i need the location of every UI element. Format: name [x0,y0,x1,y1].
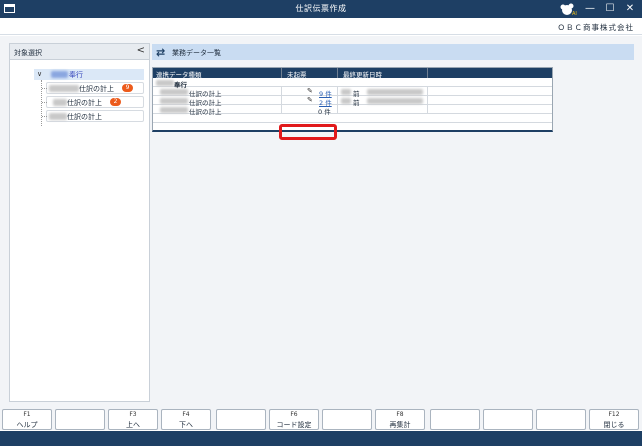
f1-help-button[interactable]: F1 ヘルプ [2,409,52,430]
company-name: ＯＢＣ商事株式会社 [557,23,634,32]
window-title: 仕訳伝票作成 [295,4,347,13]
tree-item-label: 仕訳の計上 [79,85,114,93]
table-row[interactable]: 仕訳の計上 ✎ 2 件 前 [153,96,552,107]
f6-code-settings-button[interactable]: F6 コード設定 [269,409,319,430]
f10-button[interactable] [483,409,533,430]
redacted-text [51,71,68,78]
minimize-button[interactable]: — [580,0,600,18]
tree-item[interactable]: 仕訳の計上 2 [42,96,144,108]
title-bar: 仕訳伝票作成 AI — ☐ ✕ [0,0,642,18]
highlight-annotation [279,124,337,140]
f7-button[interactable] [322,409,372,430]
tree-connector [41,80,42,126]
status-bar [0,431,642,446]
obc-bugyo-logo-icon: AI [560,3,577,16]
target-selection-panel: 対象選択 < ∨ 奉行 仕訳の計上 9 仕訳の計上 2 仕訳の計上 [9,43,150,402]
document-edit-icon: ✎ [307,96,313,104]
f2-button[interactable] [55,409,105,430]
maximize-button[interactable]: ☐ [600,0,620,18]
table-row[interactable]: 仕訳の計上 0 件 [153,105,552,116]
close-button[interactable]: ✕ [620,0,640,18]
chevron-down-icon[interactable]: ∨ [37,70,42,78]
tree-root-node[interactable]: ∨ 奉行 [34,69,144,80]
redacted-text [160,98,188,104]
business-data-table: 連携データ種類 未起票 最終更新日時 奉行 仕訳の計上 ✎ 9 件 前 仕訳の計… [152,67,553,132]
document-edit-icon: ✎ [307,87,313,95]
collapse-panel-button[interactable]: < [137,45,145,56]
group-row: 奉行 [153,78,552,89]
panel-title: 対象選択 [14,49,42,57]
f8-recalculate-button[interactable]: F8 再集計 [375,409,425,430]
tree-connector [42,116,47,117]
redacted-text [53,99,67,106]
redacted-text [49,85,79,92]
count-badge: 9 [122,84,133,92]
function-key-bar: F1 ヘルプ F3 上へ F4 下へ F6 コード設定 F8 再集計 F12 閉じる [0,408,642,430]
tree-item[interactable]: 仕訳の計上 [42,110,144,122]
f5-button[interactable] [216,409,266,430]
main-area: 対象選択 < ∨ 奉行 仕訳の計上 9 仕訳の計上 2 仕訳の計上 ⇄ 業務デー… [0,36,642,408]
f12-close-button[interactable]: F12 閉じる [589,409,639,430]
tree-connector [42,88,47,89]
redacted-text [160,89,188,95]
tree-item[interactable]: 仕訳の計上 9 [42,82,144,94]
f4-down-button[interactable]: F4 下へ [161,409,211,430]
tree-root-label: 奉行 [69,71,83,79]
tree-item-label: 仕訳の計上 [67,99,102,107]
redacted-text [156,80,174,86]
redacted-text [341,89,351,95]
svg-text:AI: AI [572,11,577,16]
redacted-text [341,98,351,104]
table-row[interactable]: 仕訳の計上 ✎ 9 件 前 [153,87,552,98]
tree-item-label: 仕訳の計上 [67,113,102,121]
f3-up-button[interactable]: F3 上へ [108,409,158,430]
company-bar: ＯＢＣ商事株式会社 [0,18,642,35]
empty-row [153,114,552,123]
data-list-header: ⇄ 業務データ一覧 [152,44,634,60]
redacted-text [367,98,423,104]
tree-connector [42,102,47,103]
f9-button[interactable] [430,409,480,430]
panel-header: 対象選択 < [10,44,149,60]
redacted-text [160,107,188,113]
f11-button[interactable] [536,409,586,430]
count-badge: 2 [110,98,121,106]
redacted-text [367,89,423,95]
table-header: 連携データ種類 未起票 最終更新日時 [153,68,552,79]
refresh-icon[interactable]: ⇄ [156,46,165,59]
redacted-text [49,113,67,120]
data-list-title: 業務データ一覧 [172,49,221,57]
